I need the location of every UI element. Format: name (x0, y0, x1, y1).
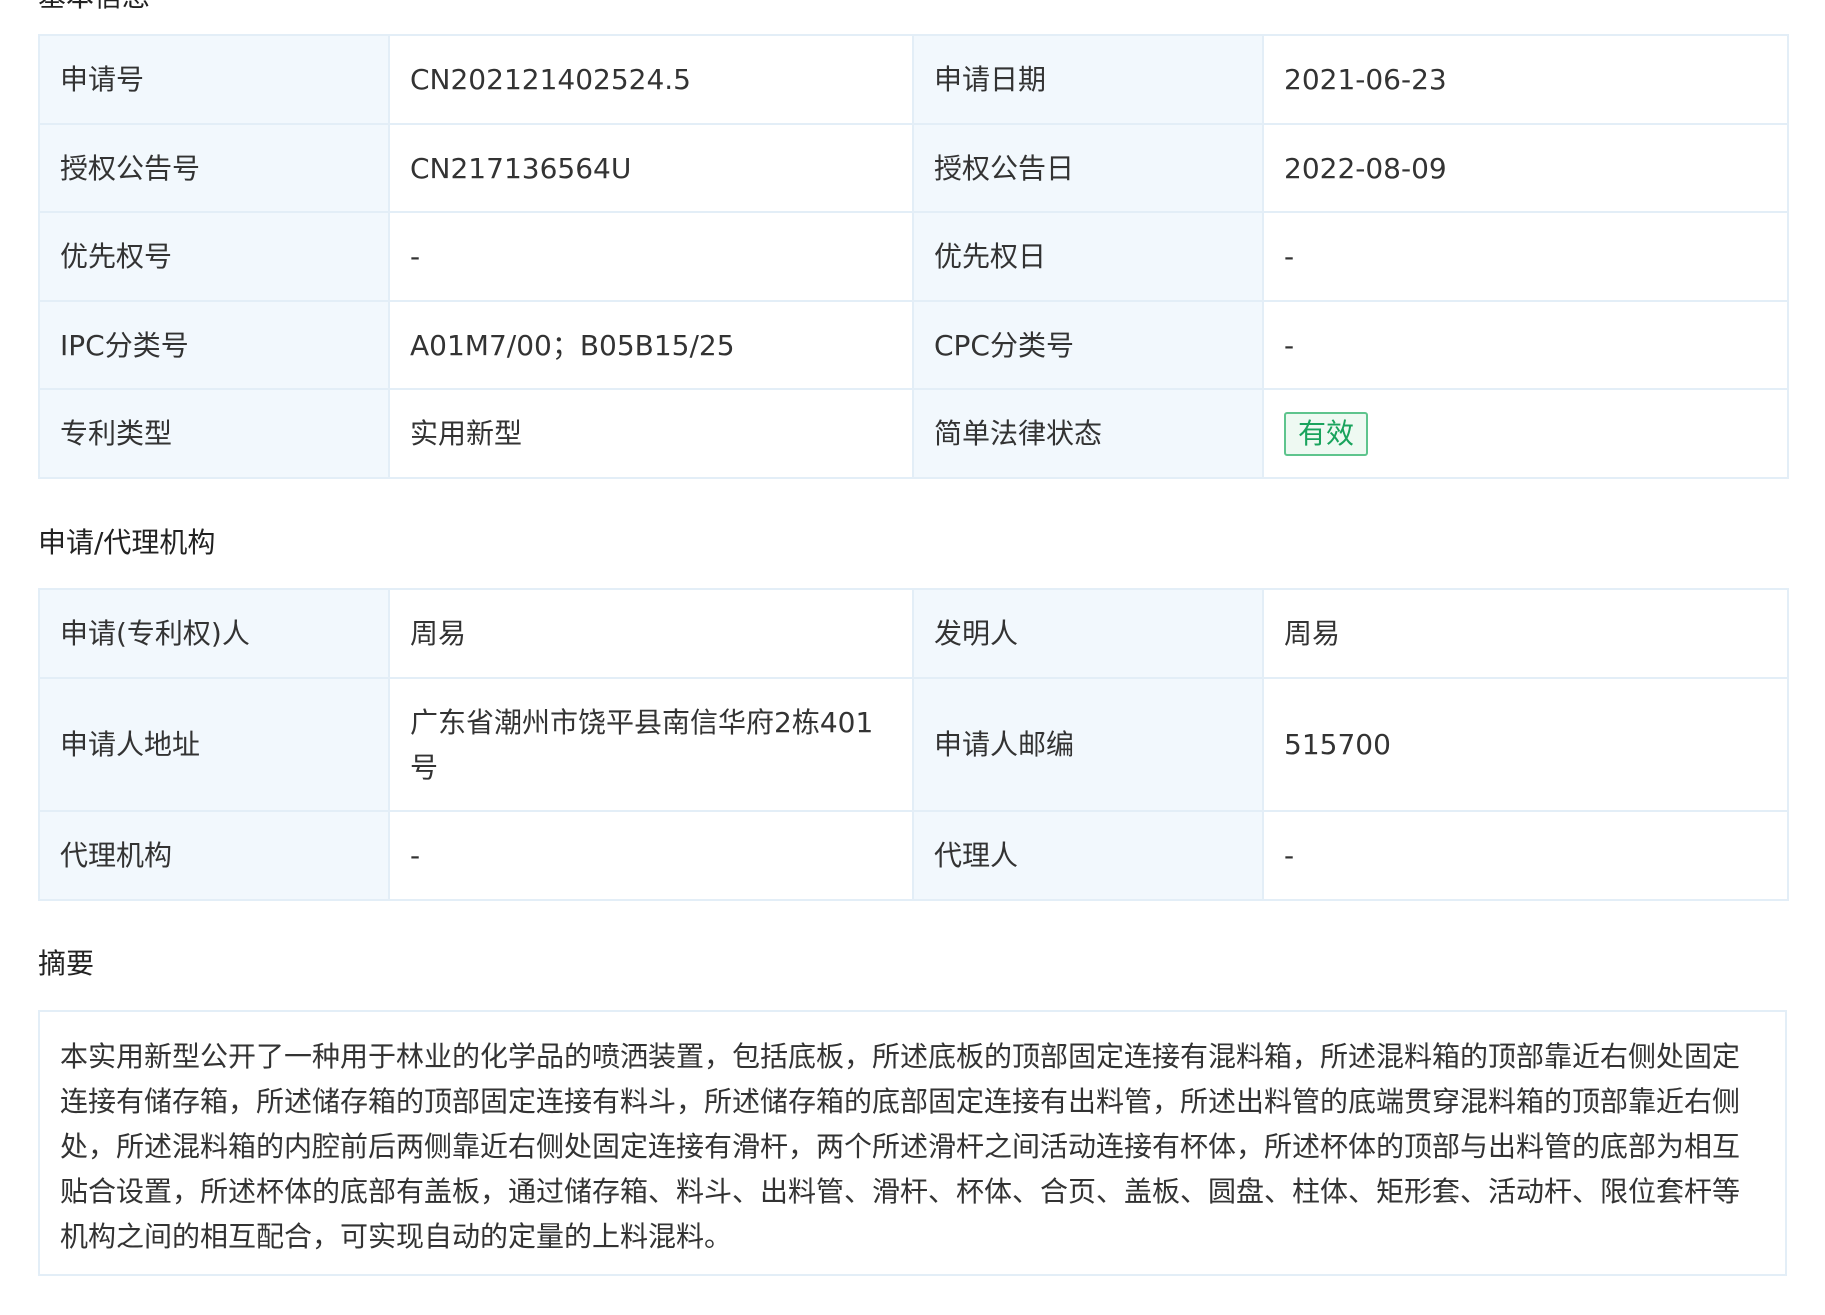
basic-info-heading: 基本信息 (38, 0, 150, 12)
application-number-label: 申请号 (38, 34, 390, 125)
ipc-class-label: IPC分类号 (38, 300, 390, 390)
table-row: 代理机构 - 代理人 - (38, 810, 1789, 901)
patent-detail-page: 基本信息 申请号 CN202121402524.5 申请日期 2021-06-2… (0, 0, 1825, 1315)
inventor-label: 发明人 (912, 588, 1264, 679)
abstract-heading: 摘要 (38, 947, 95, 980)
applicant-value: 周易 (388, 588, 914, 679)
abstract-text: 本实用新型公开了一种用于林业的化学品的喷洒装置，包括底板，所述底板的顶部固定连接… (38, 1010, 1787, 1276)
grant-number-value: CN217136564U (388, 123, 914, 213)
legal-status-badge: 有效 (1284, 412, 1369, 456)
table-row: 申请人地址 广东省潮州市饶平县南信华府2栋401号 申请人邮编 515700 (38, 677, 1789, 812)
priority-number-value: - (388, 211, 914, 302)
table-row: 申请(专利权)人 周易 发明人 周易 (38, 588, 1789, 679)
patent-type-label: 专利类型 (38, 388, 390, 479)
applicant-postcode-label: 申请人邮编 (912, 677, 1264, 812)
applicant-label: 申请(专利权)人 (38, 588, 390, 679)
table-row: 专利类型 实用新型 简单法律状态 有效 (38, 388, 1789, 479)
applicant-address-label: 申请人地址 (38, 677, 390, 812)
patent-type-value: 实用新型 (388, 388, 914, 479)
ipc-class-value: A01M7/00；B05B15/25 (388, 300, 914, 390)
priority-date-value: - (1262, 211, 1789, 302)
table-row: 授权公告号 CN217136564U 授权公告日 2022-08-09 (38, 123, 1789, 213)
agency-info-heading: 申请/代理机构 (38, 526, 216, 559)
legal-status-cell: 有效 (1262, 388, 1789, 479)
priority-date-label: 优先权日 (912, 211, 1264, 302)
basic-info-table: 申请号 CN202121402524.5 申请日期 2021-06-23 授权公… (38, 34, 1789, 479)
table-row: 优先权号 - 优先权日 - (38, 211, 1789, 302)
legal-status-label: 简单法律状态 (912, 388, 1264, 479)
application-date-value: 2021-06-23 (1262, 34, 1789, 125)
table-row: 申请号 CN202121402524.5 申请日期 2021-06-23 (38, 34, 1789, 125)
grant-date-label: 授权公告日 (912, 123, 1264, 213)
agency-info-table: 申请(专利权)人 周易 发明人 周易 申请人地址 广东省潮州市饶平县南信华府2栋… (38, 588, 1789, 901)
table-row: IPC分类号 A01M7/00；B05B15/25 CPC分类号 - (38, 300, 1789, 390)
inventor-value: 周易 (1262, 588, 1789, 679)
application-date-label: 申请日期 (912, 34, 1264, 125)
agent-label: 代理人 (912, 810, 1264, 901)
applicant-address-value: 广东省潮州市饶平县南信华府2栋401号 (388, 677, 914, 812)
grant-number-label: 授权公告号 (38, 123, 390, 213)
applicant-postcode-value: 515700 (1262, 677, 1789, 812)
agent-value: - (1262, 810, 1789, 901)
cpc-class-value: - (1262, 300, 1789, 390)
grant-date-value: 2022-08-09 (1262, 123, 1789, 213)
agency-label: 代理机构 (38, 810, 390, 901)
cpc-class-label: CPC分类号 (912, 300, 1264, 390)
priority-number-label: 优先权号 (38, 211, 390, 302)
agency-value: - (388, 810, 914, 901)
application-number-value: CN202121402524.5 (388, 34, 914, 125)
